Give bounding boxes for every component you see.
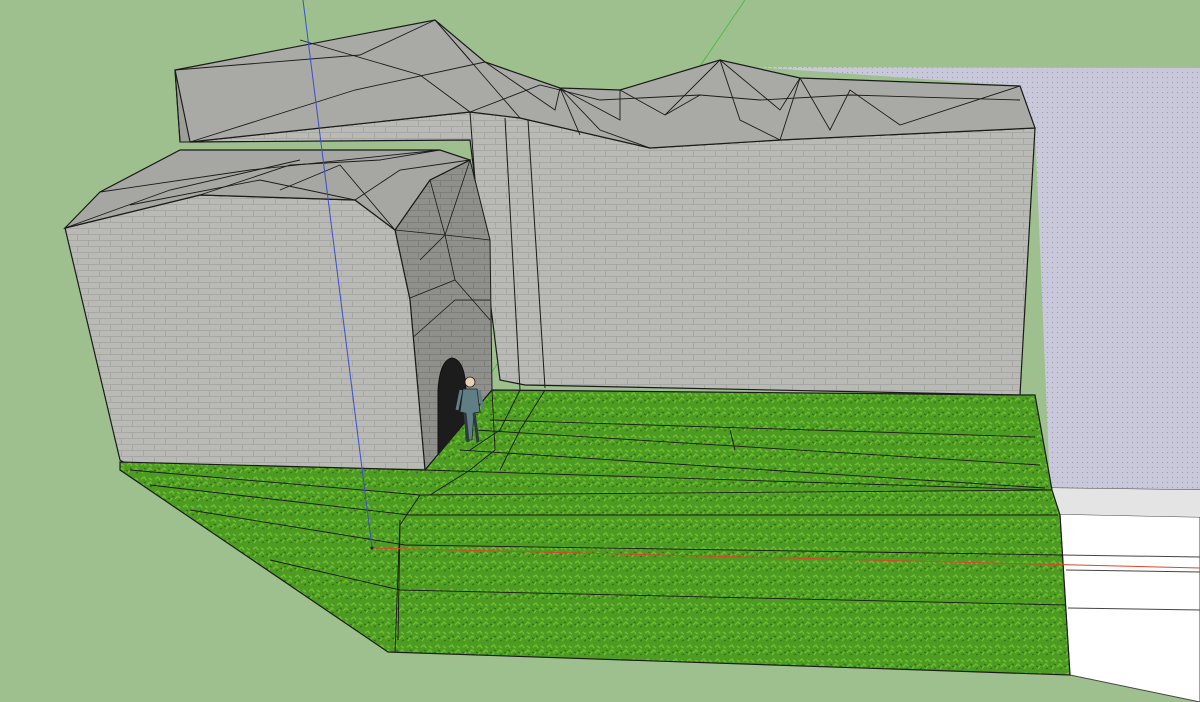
3d-scene-canvas[interactable] [0,0,1200,702]
white-steps [1051,487,1200,702]
axis-origin [370,546,374,550]
front-cliff-block [64,194,426,471]
sketchup-3d-viewport[interactable] [0,0,1200,702]
